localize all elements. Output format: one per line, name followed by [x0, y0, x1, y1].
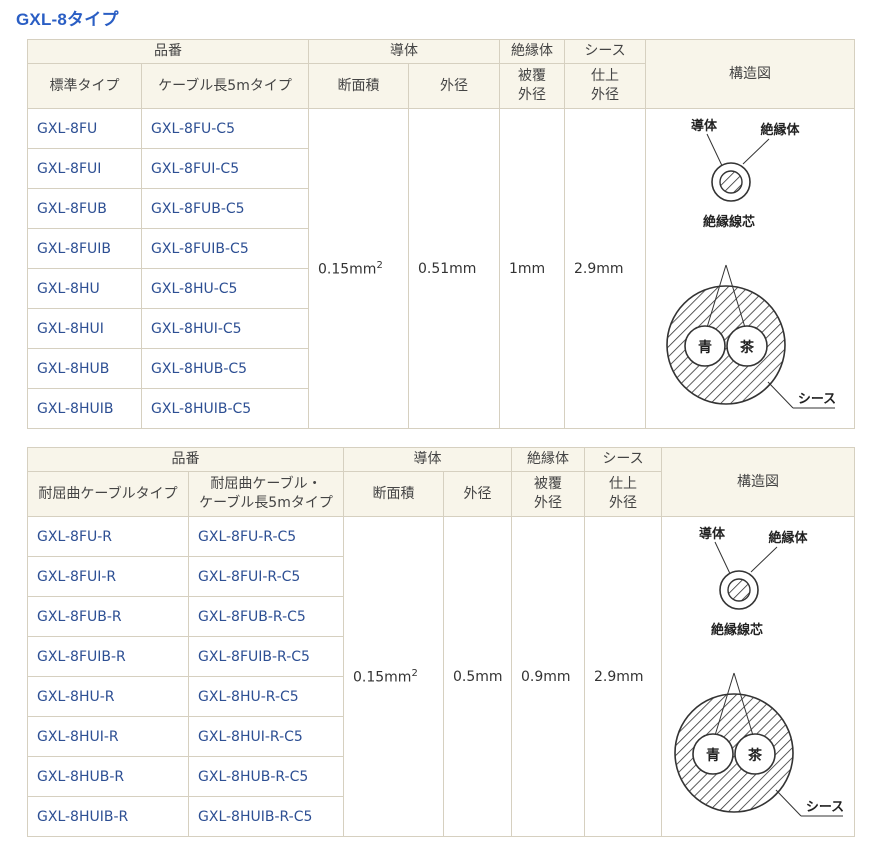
- model-cable[interactable]: GXL-8HUI-C5: [141, 308, 309, 349]
- model-flex[interactable]: GXL-8HUIB-R: [27, 796, 189, 837]
- header-cover-outer: 被覆 外径: [511, 471, 585, 517]
- header-insulator: 絶縁体: [511, 447, 585, 472]
- header-conductor: 導体: [343, 447, 512, 472]
- header-finish-outer: 仕上 外径: [564, 63, 646, 109]
- header-finish-outer: 仕上 外径: [584, 471, 662, 517]
- spec-cross-section: 0.15mm2: [343, 516, 444, 837]
- header-structure: 構造図: [661, 447, 855, 517]
- header-cross-section: 断面積: [343, 471, 444, 517]
- table-row: GXL-8FU GXL-8FU-C5 0.15mm2 0.51mm 1mm 2.…: [27, 108, 855, 429]
- model-flex-cable[interactable]: GXL-8HUI-R-C5: [188, 716, 344, 757]
- header-cable-type: ケーブル長5mタイプ: [141, 63, 309, 109]
- spec-cross-section: 0.15mm2: [308, 108, 409, 429]
- header-flex-cable-type: 耐屈曲ケーブル・ ケーブル長5mタイプ: [188, 471, 344, 517]
- spec-table-standard: 品番 導体 絶縁体 シース 構造図 標準タイプ ケーブル長5mタイプ 断面積 外…: [27, 39, 855, 429]
- cable-structure-diagram: 導体 絶縁体 絶縁線芯 青 茶 シース: [666, 118, 837, 408]
- spec-finish-outer: 2.9mm: [584, 516, 662, 837]
- model-flex-cable[interactable]: GXL-8FUIB-R-C5: [188, 636, 344, 677]
- spec-finish-outer: 2.9mm: [564, 108, 646, 429]
- label-insulator: 絶縁体: [759, 122, 800, 138]
- svg-text:青: 青: [698, 339, 712, 356]
- model-standard[interactable]: GXL-8FUIB: [27, 228, 142, 269]
- label-sheath: シース: [806, 800, 843, 815]
- label-conductor: 導体: [691, 118, 718, 134]
- model-flex[interactable]: GXL-8HUB-R: [27, 756, 189, 797]
- model-standard[interactable]: GXL-8FUI: [27, 148, 142, 189]
- spec-conductor-outer: 0.51mm: [408, 108, 500, 429]
- conductor-circle: [727, 577, 751, 602]
- model-flex-cable[interactable]: GXL-8FUB-R-C5: [188, 596, 344, 637]
- header-structure: 構造図: [645, 39, 855, 109]
- model-flex[interactable]: GXL-8FUI-R: [27, 556, 189, 597]
- header-conductor: 導体: [308, 39, 500, 64]
- model-flex[interactable]: GXL-8FU-R: [27, 516, 189, 557]
- label-core: 絶縁線芯: [702, 214, 755, 230]
- model-flex-cable[interactable]: GXL-8HUIB-R-C5: [188, 796, 344, 837]
- header-sheath: シース: [564, 39, 646, 64]
- table-row: GXL-8FU-R GXL-8FU-R-C5 0.15mm2 0.5mm 0.9…: [27, 516, 855, 837]
- model-cable[interactable]: GXL-8HUIB-C5: [141, 388, 309, 429]
- structure-diagram: 導体 絶縁体 絶縁線芯 青 茶 シース: [661, 516, 855, 837]
- model-cable[interactable]: GXL-8HU-C5: [141, 268, 309, 309]
- spec-cover-outer: 1mm: [499, 108, 565, 429]
- model-cable[interactable]: GXL-8HUB-C5: [141, 348, 309, 389]
- header-outer-diameter: 外径: [443, 471, 512, 517]
- page-title: GXL-8タイプ: [16, 10, 119, 29]
- svg-text:茶: 茶: [739, 339, 755, 356]
- model-flex-cable[interactable]: GXL-8FUI-R-C5: [188, 556, 344, 597]
- model-cable[interactable]: GXL-8FU-C5: [141, 108, 309, 149]
- header-sheath: シース: [584, 447, 662, 472]
- label-core: 絶縁線芯: [710, 622, 763, 638]
- header-cover-outer: 被覆 外径: [499, 63, 565, 109]
- model-standard[interactable]: GXL-8HU: [27, 268, 142, 309]
- model-flex-cable[interactable]: GXL-8HUB-R-C5: [188, 756, 344, 797]
- model-cable[interactable]: GXL-8FUB-C5: [141, 188, 309, 229]
- model-flex[interactable]: GXL-8HUI-R: [27, 716, 189, 757]
- model-cable[interactable]: GXL-8FUI-C5: [141, 148, 309, 189]
- label-insulator: 絶縁体: [767, 530, 808, 546]
- spec-cover-outer: 0.9mm: [511, 516, 585, 837]
- model-standard[interactable]: GXL-8HUIB: [27, 388, 142, 429]
- cable-structure-diagram: 導体 絶縁体 絶縁線芯 青 茶 シース: [674, 526, 845, 816]
- label-sheath: シース: [798, 392, 835, 407]
- header-part-no: 品番: [27, 39, 309, 64]
- model-standard[interactable]: GXL-8FU: [27, 108, 142, 149]
- model-standard[interactable]: GXL-8FUB: [27, 188, 142, 229]
- spec-conductor-outer: 0.5mm: [443, 516, 512, 837]
- header-insulator: 絶縁体: [499, 39, 565, 64]
- svg-text:青: 青: [706, 747, 720, 764]
- model-flex[interactable]: GXL-8FUB-R: [27, 596, 189, 637]
- svg-text:茶: 茶: [747, 747, 763, 764]
- header-outer-diameter: 外径: [408, 63, 500, 109]
- spec-table-flex: 品番 導体 絶縁体 シース 構造図 耐屈曲ケーブルタイプ 耐屈曲ケーブル・ ケーブ…: [27, 447, 855, 837]
- header-cross-section: 断面積: [308, 63, 409, 109]
- model-standard[interactable]: GXL-8HUI: [27, 308, 142, 349]
- model-cable[interactable]: GXL-8FUIB-C5: [141, 228, 309, 269]
- model-flex-cable[interactable]: GXL-8HU-R-C5: [188, 676, 344, 717]
- header-part-no: 品番: [27, 447, 344, 472]
- conductor-circle: [719, 169, 743, 194]
- model-flex-cable[interactable]: GXL-8FU-R-C5: [188, 516, 344, 557]
- model-standard[interactable]: GXL-8HUB: [27, 348, 142, 389]
- model-flex[interactable]: GXL-8HU-R: [27, 676, 189, 717]
- label-conductor: 導体: [699, 526, 726, 542]
- header-flex-type: 耐屈曲ケーブルタイプ: [27, 471, 189, 517]
- structure-diagram: 導体 絶縁体 絶縁線芯 青 茶 シース: [645, 108, 855, 429]
- model-flex[interactable]: GXL-8FUIB-R: [27, 636, 189, 677]
- header-standard-type: 標準タイプ: [27, 63, 142, 109]
